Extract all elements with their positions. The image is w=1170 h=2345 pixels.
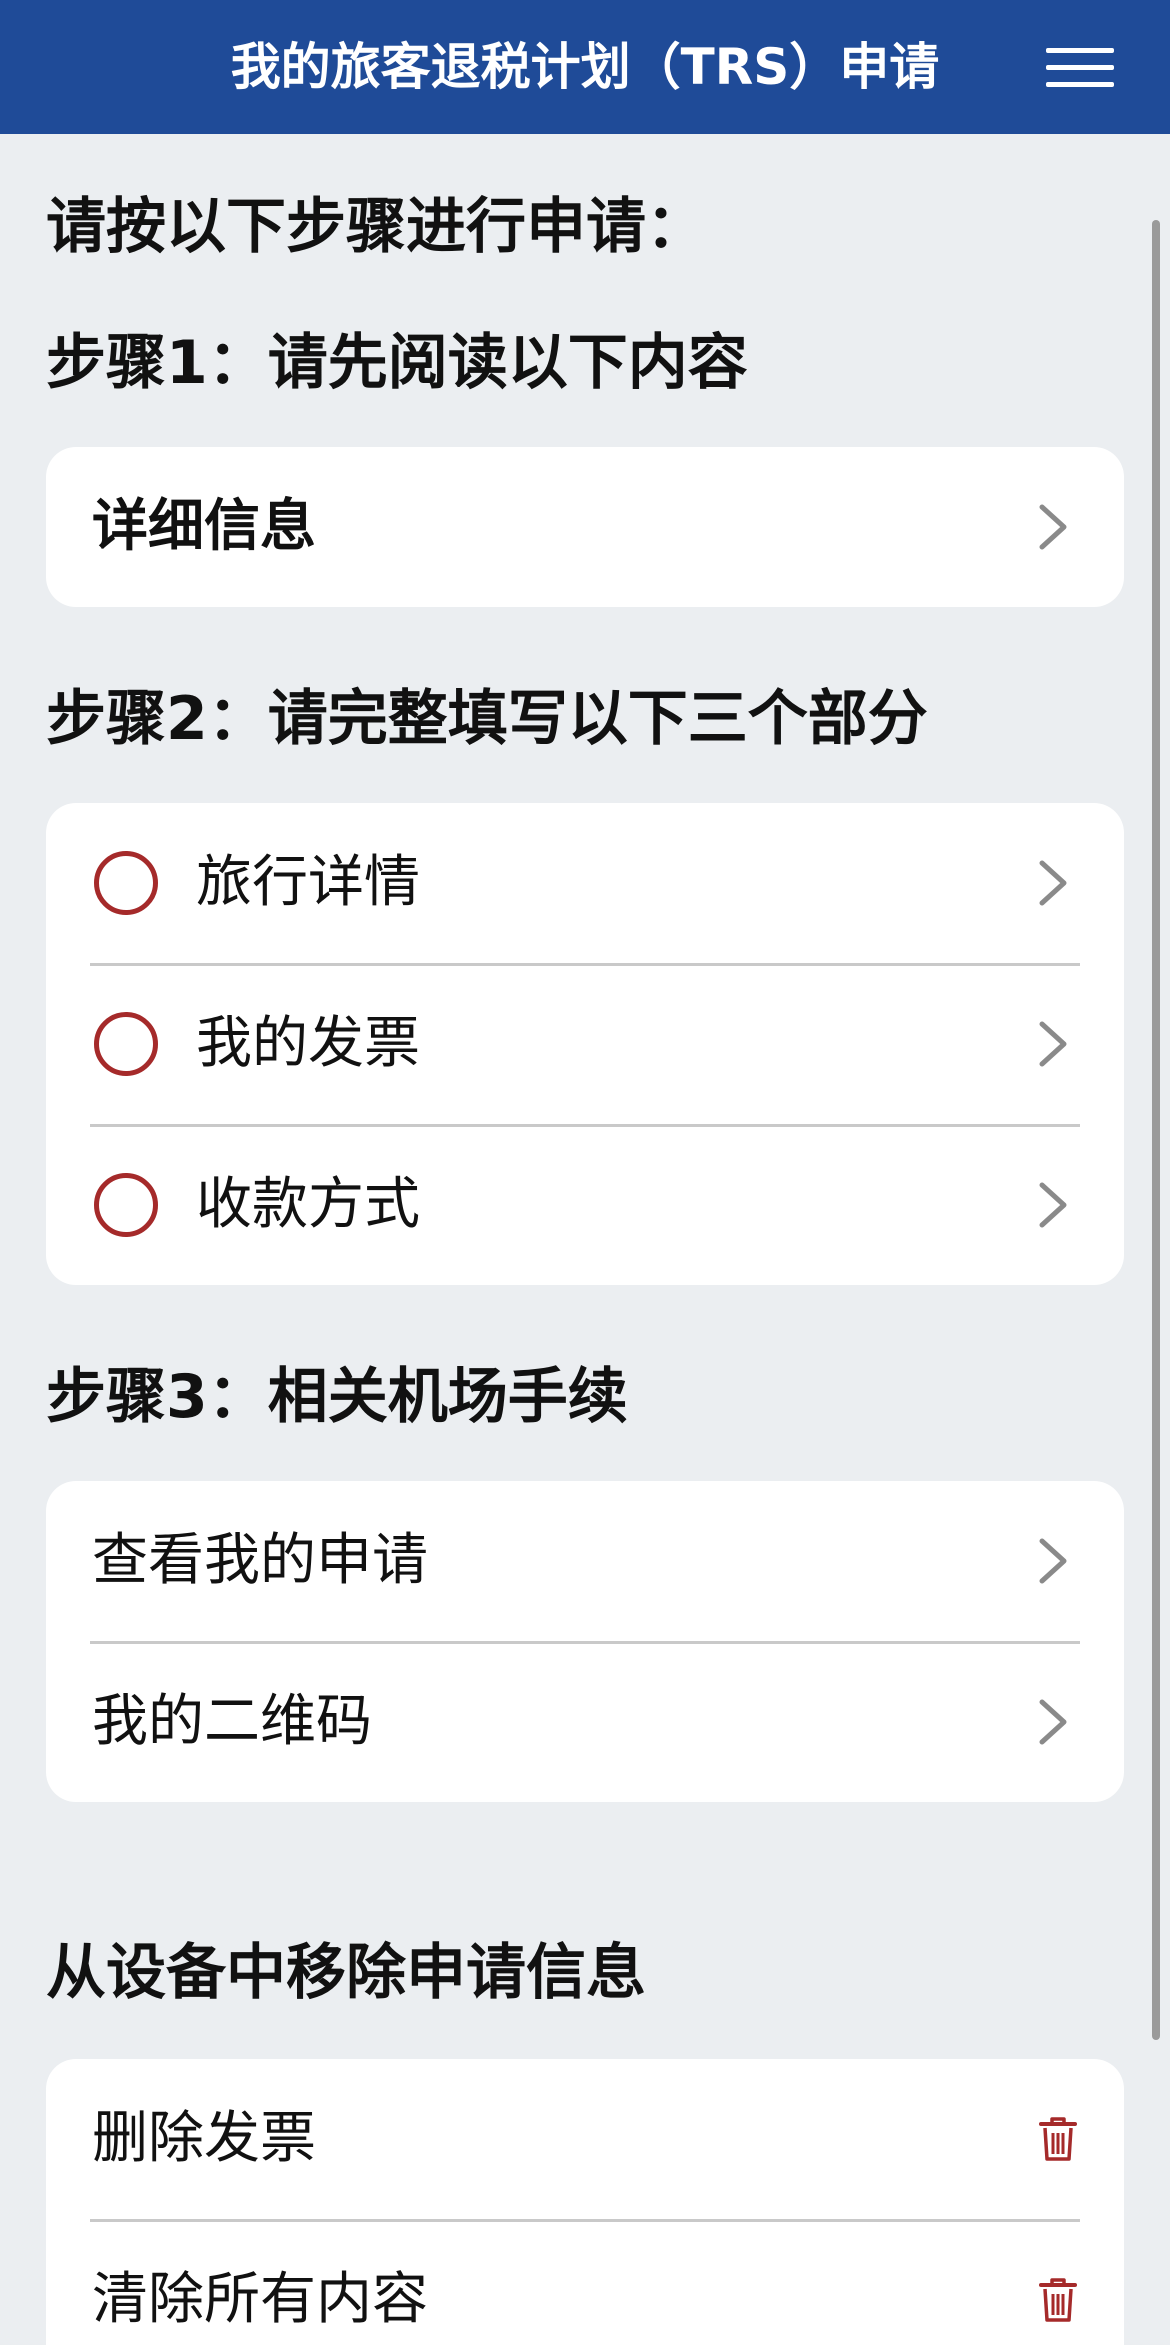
qr-code-label: 我的二维码 [92,1689,372,1754]
chevron-right-icon [1039,1538,1067,1584]
empty-circle-icon [94,851,158,915]
chevron-right-icon [1039,860,1067,906]
step2-card: 旅行详情 我的发票 收款方式 [46,803,1124,1285]
remove-card: 删除发票 清除所有内容 [46,2059,1124,2345]
page-title: 我的旅客退税计划（TRS）申请 [230,38,940,96]
step3-heading: 步骤3：相关机场手续 [46,1362,628,1432]
delete-invoices-row[interactable]: 删除发票 [46,2059,1124,2219]
remove-heading: 从设备中移除申请信息 [46,1938,646,2008]
intro-heading: 请按以下步骤进行申请： [46,192,706,262]
empty-circle-icon [94,1012,158,1076]
my-invoices-row[interactable]: 我的发票 [46,964,1124,1124]
my-invoices-label: 我的发票 [196,1011,420,1076]
step2-heading: 步骤2：请完整填写以下三个部分 [46,684,928,754]
trash-icon [1039,2117,1077,2161]
details-row[interactable]: 详细信息 [46,447,1124,607]
payment-method-label: 收款方式 [196,1172,420,1237]
main-content: 请按以下步骤进行申请： 步骤1：请先阅读以下内容 详细信息 步骤2：请完整填写以… [0,134,1170,2345]
empty-circle-icon [94,1173,158,1237]
delete-invoices-label: 删除发票 [92,2106,316,2171]
hamburger-menu-icon[interactable] [1046,48,1114,88]
clear-all-label: 清除所有内容 [92,2267,428,2332]
chevron-right-icon [1039,504,1067,550]
scrollbar[interactable] [1152,220,1160,2040]
view-application-label: 查看我的申请 [92,1528,428,1593]
step1-card: 详细信息 [46,447,1124,607]
qr-code-row[interactable]: 我的二维码 [46,1642,1124,1802]
chevron-right-icon [1039,1699,1067,1745]
travel-details-label: 旅行详情 [196,850,420,915]
travel-details-row[interactable]: 旅行详情 [46,803,1124,963]
step1-heading: 步骤1：请先阅读以下内容 [46,328,748,398]
payment-method-row[interactable]: 收款方式 [46,1125,1124,1285]
trash-icon [1039,2278,1077,2322]
view-application-row[interactable]: 查看我的申请 [46,1481,1124,1641]
step3-card: 查看我的申请 我的二维码 [46,1481,1124,1802]
details-label: 详细信息 [92,494,316,559]
chevron-right-icon [1039,1182,1067,1228]
app-header: 我的旅客退税计划（TRS）申请 [0,0,1170,134]
chevron-right-icon [1039,1021,1067,1067]
clear-all-row[interactable]: 清除所有内容 [46,2220,1124,2345]
